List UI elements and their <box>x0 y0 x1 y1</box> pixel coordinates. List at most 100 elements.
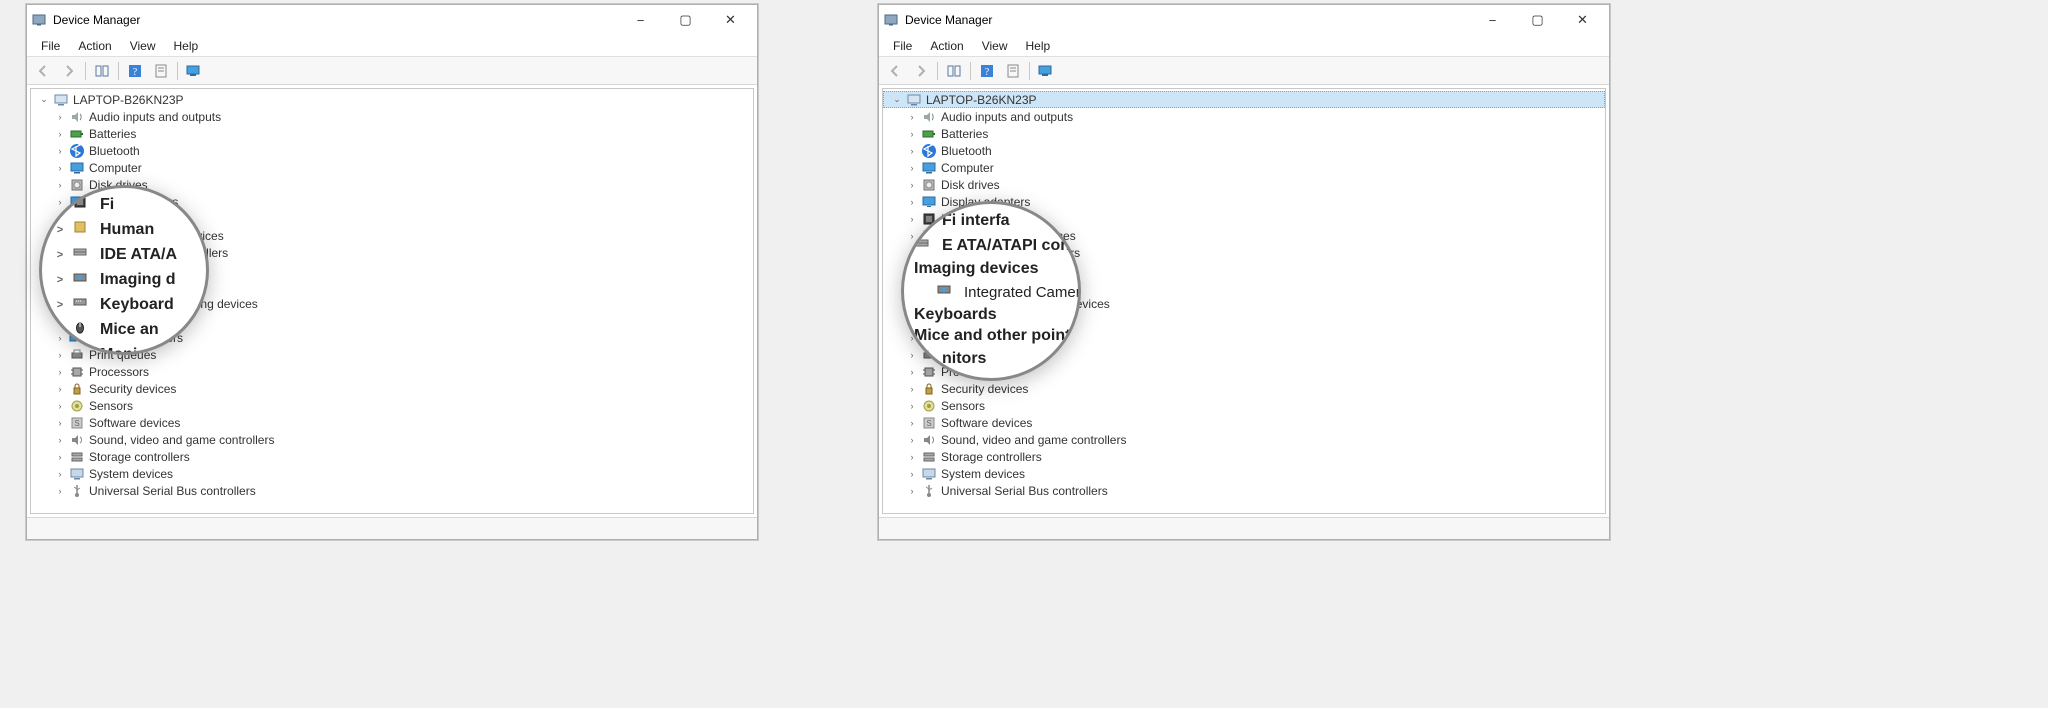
properties-button[interactable] <box>149 60 173 82</box>
tree-root[interactable]: ⌄LAPTOP-B26KN23P <box>31 91 753 108</box>
chevron-right-icon[interactable]: › <box>53 212 67 226</box>
help-button[interactable]: ? <box>975 60 999 82</box>
help-button[interactable]: ? <box>123 60 147 82</box>
chevron-right-icon[interactable]: › <box>53 314 67 328</box>
scan-hardware-button[interactable] <box>182 60 206 82</box>
tree-item[interactable]: ›Processors <box>883 363 1605 380</box>
tree-item[interactable]: ›Disk drives <box>31 176 753 193</box>
chevron-right-icon[interactable]: › <box>53 450 67 464</box>
tree-item[interactable]: ›Computer <box>31 159 753 176</box>
show-hide-console-button[interactable] <box>90 60 114 82</box>
properties-button[interactable] <box>1001 60 1025 82</box>
tree-item[interactable]: ›Print queues <box>883 346 1605 363</box>
tree-item[interactable]: ›Sensors <box>31 397 753 414</box>
chevron-right-icon[interactable]: › <box>905 484 919 498</box>
tree-item[interactable]: ›Sound, video and game controllers <box>31 431 753 448</box>
close-button[interactable]: ✕ <box>708 5 753 35</box>
tree-item[interactable]: ›Processors <box>31 363 753 380</box>
tree-item[interactable]: ›Print queues <box>31 346 753 363</box>
chevron-right-icon[interactable]: › <box>53 297 67 311</box>
chevron-right-icon[interactable]: › <box>53 433 67 447</box>
tree-item[interactable]: ›IDE ATA/ATAPI controllers <box>31 244 753 261</box>
chevron-right-icon[interactable]: › <box>53 365 67 379</box>
chevron-right-icon[interactable]: › <box>53 263 67 277</box>
chevron-right-icon[interactable]: › <box>905 212 919 226</box>
tree-item[interactable]: ›Imaging devices <box>883 261 1605 278</box>
chevron-right-icon[interactable]: › <box>905 365 919 379</box>
back-button[interactable] <box>31 60 55 82</box>
chevron-right-icon[interactable]: › <box>53 467 67 481</box>
chevron-right-icon[interactable]: › <box>53 382 67 396</box>
forward-button[interactable] <box>909 60 933 82</box>
chevron-right-icon[interactable]: › <box>53 399 67 413</box>
tree-item[interactable]: ›Human Interface Devices <box>883 227 1605 244</box>
chevron-right-icon[interactable]: › <box>905 399 919 413</box>
tree-item[interactable]: ›Mice and other pointing devices <box>883 295 1605 312</box>
chevron-right-icon[interactable]: › <box>53 416 67 430</box>
chevron-right-icon[interactable]: › <box>905 110 919 124</box>
tree-item[interactable]: ›Batteries <box>31 125 753 142</box>
chevron-right-icon[interactable]: › <box>53 331 67 345</box>
chevron-right-icon[interactable]: › <box>905 144 919 158</box>
chevron-right-icon[interactable]: › <box>53 178 67 192</box>
tree-item[interactable]: ›Display adapters <box>31 193 753 210</box>
tree-item[interactable]: ›SSoftware devices <box>883 414 1605 431</box>
tree-item[interactable]: ›Disk drives <box>883 176 1605 193</box>
chevron-down-icon[interactable]: ⌄ <box>37 93 51 107</box>
tree-item[interactable]: ›Mice and other pointing devices <box>31 295 753 312</box>
tree-item[interactable]: ›Audio inputs and outputs <box>883 108 1605 125</box>
chevron-right-icon[interactable]: › <box>53 161 67 175</box>
tree-item[interactable]: ›Computer <box>883 159 1605 176</box>
menu-action[interactable]: Action <box>922 37 971 55</box>
tree-item[interactable]: ›Keyboards <box>31 278 753 295</box>
chevron-right-icon[interactable]: › <box>905 263 919 277</box>
chevron-right-icon[interactable]: › <box>53 195 67 209</box>
menu-help[interactable]: Help <box>1018 37 1059 55</box>
chevron-right-icon[interactable]: › <box>905 331 919 345</box>
forward-button[interactable] <box>57 60 81 82</box>
chevron-right-icon[interactable]: › <box>905 297 919 311</box>
tree-item[interactable]: ›Network adapters <box>31 329 753 346</box>
chevron-right-icon[interactable]: › <box>905 467 919 481</box>
tree-item[interactable]: ›Display adapters <box>883 193 1605 210</box>
device-tree[interactable]: ⌄LAPTOP-B26KN23P›Audio inputs and output… <box>30 88 754 514</box>
tree-item[interactable]: ›System devices <box>883 465 1605 482</box>
chevron-right-icon[interactable]: › <box>905 416 919 430</box>
tree-item[interactable]: ›Sensors <box>883 397 1605 414</box>
chevron-right-icon[interactable]: › <box>905 433 919 447</box>
minimize-button[interactable]: − <box>1470 5 1515 35</box>
tree-item[interactable]: ›Security devices <box>883 380 1605 397</box>
menu-file[interactable]: File <box>33 37 68 55</box>
tree-item[interactable]: ›Imaging devices <box>31 261 753 278</box>
menu-action[interactable]: Action <box>70 37 119 55</box>
chevron-right-icon[interactable]: › <box>53 348 67 362</box>
chevron-right-icon[interactable]: › <box>53 280 67 294</box>
menu-help[interactable]: Help <box>166 37 207 55</box>
menu-file[interactable]: File <box>885 37 920 55</box>
tree-item[interactable]: ›SSoftware devices <box>31 414 753 431</box>
tree-item[interactable]: ›IDE ATA/ATAPI controllers <box>883 244 1605 261</box>
maximize-button[interactable]: ▢ <box>1515 5 1560 35</box>
tree-item[interactable]: ›Bluetooth <box>883 142 1605 159</box>
tree-item[interactable]: ›Storage controllers <box>31 448 753 465</box>
chevron-right-icon[interactable]: › <box>53 110 67 124</box>
tree-item[interactable]: ›Bluetooth <box>31 142 753 159</box>
tree-item[interactable]: ›Firmware <box>31 210 753 227</box>
chevron-right-icon[interactable]: › <box>905 195 919 209</box>
tree-item[interactable]: ›Keyboards <box>883 278 1605 295</box>
chevron-right-icon[interactable]: › <box>53 484 67 498</box>
menu-view[interactable]: View <box>974 37 1016 55</box>
chevron-right-icon[interactable]: › <box>53 246 67 260</box>
tree-item[interactable]: ›Universal Serial Bus controllers <box>883 482 1605 499</box>
tree-item[interactable]: ›Monitors <box>883 312 1605 329</box>
tree-item[interactable]: ›Batteries <box>883 125 1605 142</box>
chevron-right-icon[interactable]: › <box>905 382 919 396</box>
chevron-right-icon[interactable]: › <box>905 161 919 175</box>
tree-item[interactable]: ›Human Interface Devices <box>31 227 753 244</box>
chevron-right-icon[interactable]: › <box>905 127 919 141</box>
tree-root[interactable]: ⌄LAPTOP-B26KN23P <box>883 91 1605 108</box>
chevron-right-icon[interactable]: › <box>53 229 67 243</box>
tree-item[interactable]: ›Universal Serial Bus controllers <box>31 482 753 499</box>
tree-item[interactable]: ›Audio inputs and outputs <box>31 108 753 125</box>
chevron-right-icon[interactable]: › <box>905 246 919 260</box>
